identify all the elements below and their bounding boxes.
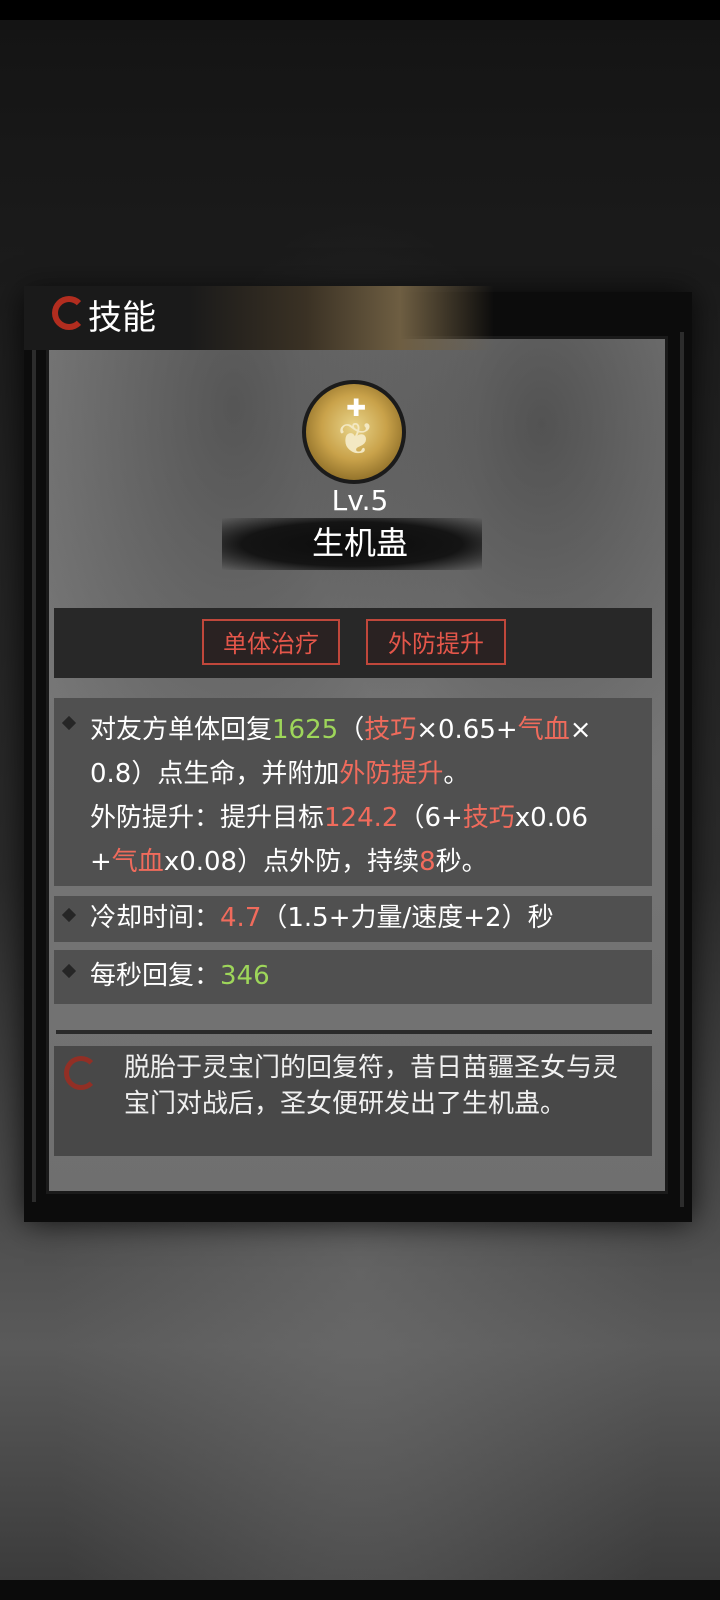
- cooldown-text: 冷却时间：4.7（1.5+力量/速度+2）秒: [90, 903, 554, 933]
- status-bar: [0, 0, 720, 20]
- skill-name: 生机蛊: [311, 524, 408, 562]
- navigation-bar: [0, 1580, 720, 1600]
- title-emblem-icon: [52, 296, 86, 330]
- regen-row: 每秒回复：346: [54, 950, 652, 1004]
- tag-defense-up: 外防提升: [366, 619, 506, 665]
- effect-line-2: 0.8）点生命，并附加外防提升。: [90, 759, 470, 789]
- skill-icon: ✚ ❦: [302, 380, 406, 484]
- bullet-icon: [61, 963, 77, 979]
- panel-title: 技能: [88, 298, 156, 338]
- lore-emblem-icon: [64, 1056, 98, 1090]
- frame-line-right: [680, 332, 684, 1207]
- frame-line-left: [32, 322, 36, 1202]
- bullet-icon: [61, 715, 77, 731]
- skill-level: Lv.5: [331, 484, 389, 517]
- bullet-icon: [61, 907, 77, 923]
- effect-line-3: 外防提升：提升目标124.2（6+技巧x0.06: [90, 803, 589, 833]
- tag-strip: [54, 608, 652, 678]
- butterfly-icon: ❦: [337, 414, 375, 465]
- tag-single-heal: 单体治疗: [202, 619, 340, 665]
- regen-text: 每秒回复：346: [90, 961, 270, 991]
- effect-line-4: +气血x0.08）点外防，持续8秒。: [90, 847, 488, 877]
- lore-text: 脱胎于灵宝门的回复符，昔日苗疆圣女与灵宝门对战后，圣女便研发出了生机蛊。: [124, 1053, 619, 1119]
- divider: [56, 1030, 652, 1034]
- effect-description: 对友方单体回复1625（技巧×0.65+气血× 0.8）点生命，并附加外防提升。…: [54, 698, 652, 886]
- effect-line-1: 对友方单体回复1625（技巧×0.65+气血×: [90, 715, 592, 745]
- cooldown-row: 冷却时间：4.7（1.5+力量/速度+2）秒: [54, 896, 652, 942]
